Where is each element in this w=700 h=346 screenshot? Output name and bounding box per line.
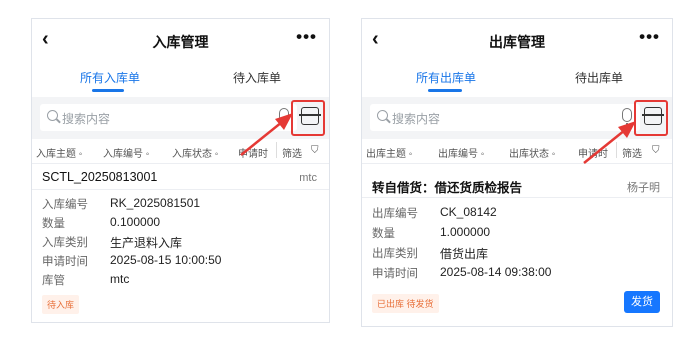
outbound-screen: ‹ 出库管理 ••• 所有出库单 待出库单 搜索内容 出库主题 ◦ 出库编号 ◦…	[361, 18, 673, 327]
pointer-arrow-icon	[583, 121, 636, 164]
pointer-arrow-icon	[240, 113, 293, 156]
inbound-screen: ‹ 入库管理 ••• 所有入库单 待入库单 搜索内容 入库主题 ◦ 入库编号 ◦…	[31, 18, 330, 323]
